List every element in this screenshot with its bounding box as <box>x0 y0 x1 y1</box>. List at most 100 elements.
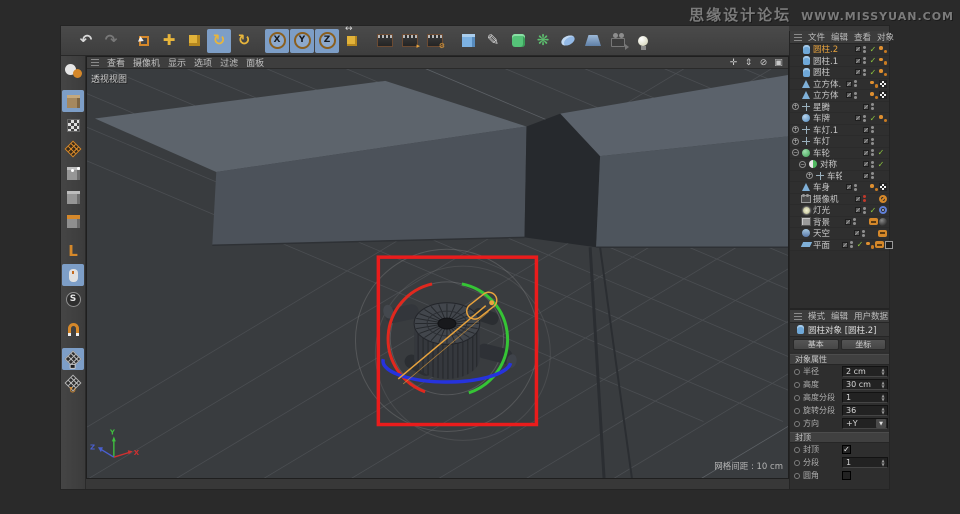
visibility-dots[interactable] <box>871 172 875 180</box>
object-row[interactable]: 平面 ✓ <box>790 240 893 251</box>
compositing-tag[interactable] <box>875 241 884 249</box>
expand-toggle[interactable]: − <box>799 160 806 168</box>
visibility-dots[interactable] <box>854 183 858 191</box>
value-input[interactable]: 1 <box>842 392 888 403</box>
rotate-view-icon[interactable]: ⊘ <box>758 58 769 68</box>
phong-tag[interactable] <box>870 183 878 192</box>
menu-item-3[interactable]: 对象 <box>877 31 894 43</box>
layer-box[interactable] <box>855 207 861 214</box>
menu-item-4[interactable]: 过滤 <box>220 56 238 69</box>
visibility-dots[interactable] <box>863 114 867 122</box>
animation-dot-icon[interactable] <box>794 394 800 401</box>
layer-box[interactable] <box>855 69 861 76</box>
value-input[interactable]: 30 cm <box>842 379 888 390</box>
lock-y-axis-button[interactable]: Y <box>290 28 314 53</box>
toggle-view-icon[interactable]: ▣ <box>773 58 784 68</box>
expand-toggle[interactable]: − <box>792 149 799 157</box>
phong-tag[interactable] <box>879 68 887 77</box>
tweak-mode-button[interactable] <box>62 264 84 286</box>
soft-selection-button[interactable]: S <box>62 288 84 310</box>
visibility-dots[interactable] <box>863 68 867 76</box>
menu-grip-icon[interactable] <box>794 33 802 41</box>
layer-box[interactable] <box>846 80 852 87</box>
layer-box[interactable] <box>863 138 869 145</box>
stepper-arrows-icon[interactable] <box>880 407 886 415</box>
value-input[interactable]: 1 <box>842 457 888 468</box>
layer-box[interactable] <box>863 126 869 133</box>
add-spline-button[interactable]: ✎ <box>481 29 505 53</box>
planar-workplane-button[interactable]: ↻ <box>62 372 84 396</box>
add-environment-button[interactable] <box>581 29 605 53</box>
stepper-arrows-icon[interactable] <box>880 368 886 376</box>
model-mode-button[interactable] <box>62 90 84 112</box>
workplane-lock-button[interactable] <box>62 348 84 370</box>
value-input[interactable]: 36 <box>842 405 888 416</box>
render-view-button[interactable] <box>373 29 397 53</box>
menu-item-2[interactable]: 用户数据 <box>854 310 888 322</box>
expand-toggle[interactable]: + <box>806 172 813 180</box>
layer-box[interactable] <box>855 115 861 122</box>
enable-axis-button[interactable]: L <box>62 240 84 262</box>
tab-1[interactable]: 坐标 <box>840 339 886 350</box>
phong-tag[interactable] <box>870 91 878 100</box>
layer-box[interactable] <box>846 184 852 191</box>
render-picture-viewer-button[interactable]: ▸ <box>398 29 422 53</box>
layer-box[interactable] <box>855 57 861 64</box>
dolly-view-icon[interactable]: ⇕ <box>743 58 754 68</box>
menu-item-1[interactable]: 编辑 <box>831 31 848 43</box>
lock-z-axis-button[interactable]: Z <box>315 28 339 53</box>
texture-mode-button[interactable] <box>62 114 84 136</box>
visibility-dots[interactable] <box>853 218 857 226</box>
animation-dot-icon[interactable] <box>794 446 800 453</box>
layer-box[interactable] <box>846 92 852 99</box>
value-input[interactable]: 2 cm <box>842 366 888 377</box>
coordinate-system-button[interactable] <box>340 25 364 53</box>
checkbox[interactable] <box>842 471 851 480</box>
add-camera-button[interactable] <box>606 29 630 53</box>
enable-check[interactable]: ✓ <box>869 114 877 123</box>
menu-item-0[interactable]: 模式 <box>808 310 825 322</box>
visibility-dots[interactable] <box>863 45 867 53</box>
stepper-arrows-icon[interactable] <box>880 459 886 467</box>
checker-tag[interactable] <box>879 183 887 192</box>
layer-box[interactable] <box>863 161 869 168</box>
add-generator-button[interactable] <box>506 29 530 53</box>
pan-view-icon[interactable]: ✛ <box>728 58 739 68</box>
dropdown[interactable]: +Y ▼ <box>842 418 888 429</box>
menu-item-0[interactable]: 查看 <box>107 56 125 69</box>
checker-tag[interactable] <box>879 91 887 100</box>
frame-tag[interactable] <box>885 240 893 249</box>
visibility-dots[interactable] <box>871 160 875 168</box>
menu-item-0[interactable]: 文件 <box>808 31 825 43</box>
menu-item-1[interactable]: 摄像机 <box>133 56 160 69</box>
visibility-dots[interactable] <box>871 137 875 145</box>
target-tag[interactable] <box>879 206 887 215</box>
visibility-dots[interactable] <box>863 206 867 214</box>
visibility-dots[interactable] <box>850 241 854 249</box>
layer-box[interactable] <box>842 241 848 248</box>
stepper-arrows-icon[interactable] <box>880 394 886 402</box>
visibility-dots[interactable] <box>854 80 858 88</box>
animation-dot-icon[interactable] <box>794 459 800 466</box>
add-deformer-button[interactable] <box>556 29 580 53</box>
menu-item-1[interactable]: 编辑 <box>831 310 848 322</box>
rotate-tool-button[interactable]: ↻ <box>207 28 231 53</box>
animation-dot-icon[interactable] <box>794 420 800 427</box>
visibility-dots[interactable] <box>863 195 867 203</box>
snap-settings-button[interactable] <box>62 318 84 340</box>
enable-check[interactable]: ✓ <box>856 240 864 249</box>
layer-box[interactable] <box>855 46 861 53</box>
animation-dot-icon[interactable] <box>794 407 800 414</box>
expand-toggle[interactable]: + <box>792 103 799 111</box>
section-header[interactable]: 对象属性 <box>790 354 889 365</box>
material-tag[interactable] <box>879 217 887 226</box>
menu-item-2[interactable]: 查看 <box>854 31 871 43</box>
checker-tag[interactable] <box>879 79 887 88</box>
polygons-mode-button[interactable] <box>62 186 84 208</box>
add-modeling-object-button[interactable]: ❋ <box>531 29 555 53</box>
visibility-dots[interactable] <box>871 103 875 111</box>
menu-grip-icon[interactable] <box>794 312 802 320</box>
scene-3d[interactable]: Y X Z 透视视图 网格间距 : 10 cm <box>87 69 788 478</box>
enable-check[interactable]: ✓ <box>869 206 877 215</box>
animation-dot-icon[interactable] <box>794 381 800 388</box>
